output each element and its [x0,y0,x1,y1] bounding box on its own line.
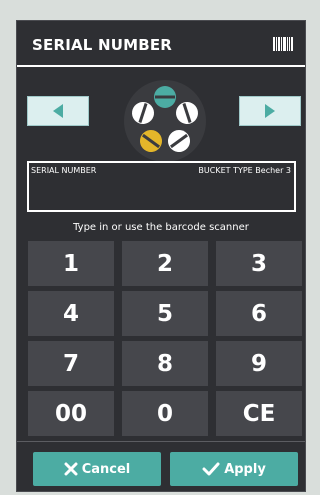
arrow-right-icon [265,104,275,118]
key-clear-entry[interactable]: CE [216,391,302,436]
key-0[interactable]: 0 [122,391,208,436]
serial-number-label: SERIAL NUMBER [31,166,97,175]
dialog-title: SERIAL NUMBER [32,36,173,54]
apply-button[interactable]: Apply [170,452,298,486]
numeric-keypad: 1 2 3 4 5 6 7 8 9 00 0 CE [28,241,302,436]
key-1[interactable]: 1 [28,241,114,286]
next-bucket-button[interactable] [239,96,301,126]
cancel-label: Cancel [81,461,131,477]
key-8[interactable]: 8 [122,341,208,386]
arrow-left-icon [53,104,63,118]
key-2[interactable]: 2 [122,241,208,286]
close-icon [64,462,78,476]
key-5[interactable]: 5 [122,291,208,336]
input-hint: Type in or use the barcode scanner [73,222,249,233]
key-9[interactable]: 9 [216,341,302,386]
apply-label: Apply [224,461,266,477]
key-3[interactable]: 3 [216,241,302,286]
check-icon [202,462,220,476]
bucket-type-icon [124,80,206,162]
serial-number-dialog: SERIAL NUMBER SERIAL NUMBER BUCKET TYPE … [16,20,306,492]
serial-number-field[interactable]: SERIAL NUMBER BUCKET TYPE Becher 3 [27,161,296,212]
previous-bucket-button[interactable] [27,96,89,126]
dialog-titlebar: SERIAL NUMBER [17,21,305,67]
key-7[interactable]: 7 [28,341,114,386]
cancel-button[interactable]: Cancel [33,452,161,486]
bucket-type-label: BUCKET TYPE Becher 3 [198,166,291,175]
key-4[interactable]: 4 [28,291,114,336]
dialog-footer: Cancel Apply [17,441,305,491]
key-6[interactable]: 6 [216,291,302,336]
barcode-icon[interactable] [273,37,293,51]
key-00[interactable]: 00 [28,391,114,436]
